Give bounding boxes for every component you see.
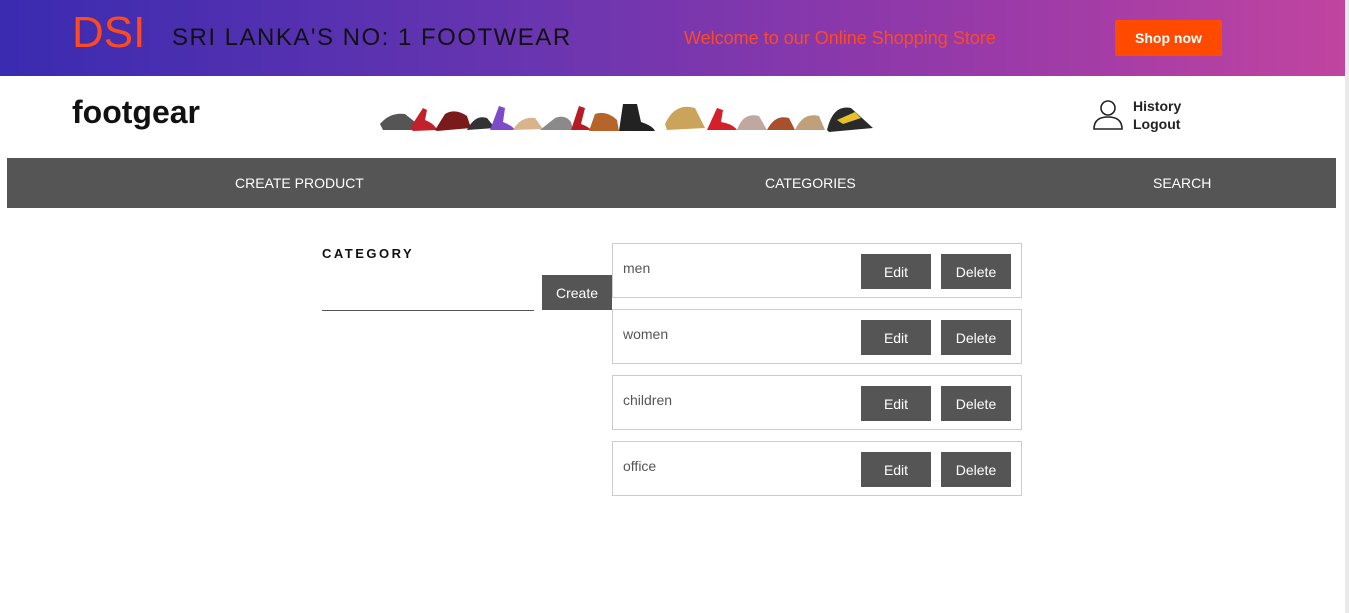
- category-name-input[interactable]: [322, 280, 534, 311]
- brand-tagline: SRI LANKA'S NO: 1 FOOTWEAR: [172, 24, 572, 51]
- shop-now-button[interactable]: Shop now: [1115, 20, 1222, 56]
- category-name: office: [623, 458, 657, 474]
- user-menu: History Logout: [1133, 97, 1181, 133]
- category-row: women Edit Delete: [612, 309, 1022, 364]
- page-scrollbar[interactable]: [1345, 0, 1349, 613]
- logout-link[interactable]: Logout: [1133, 115, 1181, 133]
- category-name: women: [623, 326, 669, 342]
- category-list: men Edit Delete women Edit Delete childr…: [612, 243, 1022, 507]
- user-icon[interactable]: [1092, 98, 1124, 130]
- category-name: men: [623, 260, 651, 276]
- edit-button[interactable]: Edit: [861, 386, 931, 421]
- category-row: office Edit Delete: [612, 441, 1022, 496]
- nav-create-product[interactable]: CREATE PRODUCT: [235, 175, 364, 191]
- history-link[interactable]: History: [1133, 97, 1181, 115]
- category-row: children Edit Delete: [612, 375, 1022, 430]
- delete-button[interactable]: Delete: [941, 254, 1011, 289]
- shoe-collage-image: [380, 104, 873, 132]
- delete-button[interactable]: Delete: [941, 320, 1011, 355]
- edit-button[interactable]: Edit: [861, 452, 931, 487]
- edit-button[interactable]: Edit: [861, 320, 931, 355]
- delete-button[interactable]: Delete: [941, 452, 1011, 487]
- welcome-message: Welcome to our Online Shopping Store: [684, 28, 996, 48]
- edit-button[interactable]: Edit: [861, 254, 931, 289]
- nav-categories[interactable]: CATEGORIES: [765, 175, 856, 191]
- delete-button[interactable]: Delete: [941, 386, 1011, 421]
- create-category-button[interactable]: Create: [542, 275, 612, 310]
- nav-search[interactable]: SEARCH: [1153, 175, 1211, 191]
- category-heading: CATEGORY: [322, 246, 415, 261]
- site-logo[interactable]: footgear: [72, 94, 200, 131]
- promo-banner: DSI SRI LANKA'S NO: 1 FOOTWEAR Welcome t…: [0, 0, 1345, 76]
- category-name: children: [623, 392, 673, 408]
- category-row: men Edit Delete: [612, 243, 1022, 298]
- brand-dsi: DSI: [72, 8, 146, 57]
- main-nav: CREATE PRODUCT CATEGORIES SEARCH: [7, 158, 1336, 208]
